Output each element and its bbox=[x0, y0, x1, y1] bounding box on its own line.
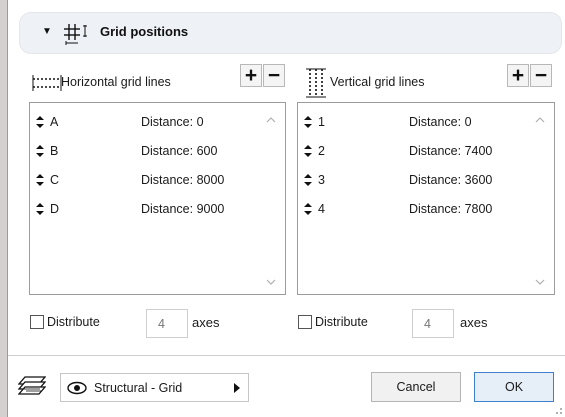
distribute-horizontal-label: Distribute bbox=[47, 315, 100, 329]
drag-handle-icon[interactable] bbox=[36, 116, 44, 128]
grid-line-name: 1 bbox=[318, 115, 325, 129]
drag-handle-icon[interactable] bbox=[36, 203, 44, 215]
scroll-down-icon[interactable] bbox=[535, 278, 545, 286]
drag-handle-icon[interactable] bbox=[304, 116, 312, 128]
vertical-grid-lines-icon bbox=[306, 68, 326, 98]
list-item[interactable]: 2 Distance: 7400 bbox=[298, 141, 554, 163]
list-item[interactable]: A Distance: 0 bbox=[30, 112, 285, 134]
grid-line-name: 4 bbox=[318, 202, 325, 216]
grid-line-distance: Distance: 0 bbox=[409, 115, 472, 129]
drag-handle-icon[interactable] bbox=[304, 203, 312, 215]
distribute-vertical-label: Distribute bbox=[315, 315, 368, 329]
divider bbox=[8, 355, 565, 356]
drag-handle-icon[interactable] bbox=[304, 174, 312, 186]
grid-line-distance: Distance: 3600 bbox=[409, 173, 493, 187]
add-vertical-line-button[interactable]: + bbox=[507, 64, 529, 87]
drag-handle-icon[interactable] bbox=[36, 174, 44, 186]
grid-line-distance: Distance: 0 bbox=[141, 115, 204, 129]
list-item[interactable]: C Distance: 8000 bbox=[30, 170, 285, 192]
drag-handle-icon[interactable] bbox=[36, 145, 44, 157]
section-title: Grid positions bbox=[100, 24, 189, 39]
grid-line-name: C bbox=[50, 173, 60, 187]
layer-name: Structural - Grid bbox=[94, 381, 183, 395]
grid-line-name: 2 bbox=[318, 144, 325, 158]
grid-line-name: A bbox=[50, 115, 59, 129]
horizontal-grid-lines-icon bbox=[32, 75, 62, 91]
horizontal-grid-lines-label: Horizontal grid lines bbox=[61, 75, 171, 89]
eye-icon[interactable] bbox=[67, 381, 87, 395]
list-item[interactable]: 1 Distance: 0 bbox=[298, 112, 554, 134]
grid-icon bbox=[64, 24, 87, 45]
horizontal-grid-list[interactable]: A Distance: 0 B Distance: 600 C Distance… bbox=[29, 102, 286, 295]
vertical-grid-list[interactable]: 1 Distance: 0 2 Distance: 7400 3 Distanc… bbox=[297, 102, 555, 295]
remove-horizontal-line-button[interactable]: − bbox=[263, 64, 285, 87]
list-item[interactable]: 4 Distance: 7800 bbox=[298, 199, 554, 221]
grid-line-distance: Distance: 7800 bbox=[409, 202, 493, 216]
grid-line-name: D bbox=[50, 202, 60, 216]
vertical-axes-label: axes bbox=[460, 315, 488, 330]
scroll-up-icon[interactable] bbox=[266, 116, 276, 124]
section-header-grid-positions[interactable]: ▼ Grid positions bbox=[19, 12, 562, 54]
vertical-grid-lines-label: Vertical grid lines bbox=[330, 75, 425, 89]
scroll-down-icon[interactable] bbox=[266, 278, 276, 286]
grid-line-distance: Distance: 600 bbox=[141, 144, 218, 158]
grid-line-distance: Distance: 9000 bbox=[141, 202, 225, 216]
drag-handle-icon[interactable] bbox=[304, 145, 312, 157]
add-horizontal-line-button[interactable]: + bbox=[240, 64, 262, 87]
resize-grip-icon[interactable] bbox=[553, 405, 563, 415]
remove-vertical-line-button[interactable]: − bbox=[530, 64, 552, 87]
distribute-vertical-checkbox[interactable] bbox=[298, 315, 312, 329]
horizontal-axes-count-field[interactable]: 4 bbox=[146, 309, 188, 338]
distribute-horizontal-checkbox[interactable] bbox=[30, 315, 44, 329]
list-item[interactable]: 3 Distance: 3600 bbox=[298, 170, 554, 192]
layer-dropdown[interactable]: Structural - Grid bbox=[60, 373, 249, 402]
cancel-button[interactable]: Cancel bbox=[371, 372, 461, 402]
window-frame bbox=[0, 0, 7, 417]
ok-button[interactable]: OK bbox=[474, 372, 554, 402]
triangle-down-icon[interactable]: ▼ bbox=[42, 26, 52, 37]
chevron-right-icon bbox=[234, 383, 240, 393]
grid-line-name: 3 bbox=[318, 173, 325, 187]
layer-icon bbox=[18, 376, 46, 395]
list-item[interactable]: D Distance: 9000 bbox=[30, 199, 285, 221]
list-item[interactable]: B Distance: 600 bbox=[30, 141, 285, 163]
vertical-axes-count-field[interactable]: 4 bbox=[412, 309, 454, 338]
grid-line-distance: Distance: 8000 bbox=[141, 173, 225, 187]
grid-line-distance: Distance: 7400 bbox=[409, 144, 493, 158]
grid-line-name: B bbox=[50, 144, 59, 158]
horizontal-axes-label: axes bbox=[192, 315, 220, 330]
scroll-up-icon[interactable] bbox=[535, 116, 545, 124]
